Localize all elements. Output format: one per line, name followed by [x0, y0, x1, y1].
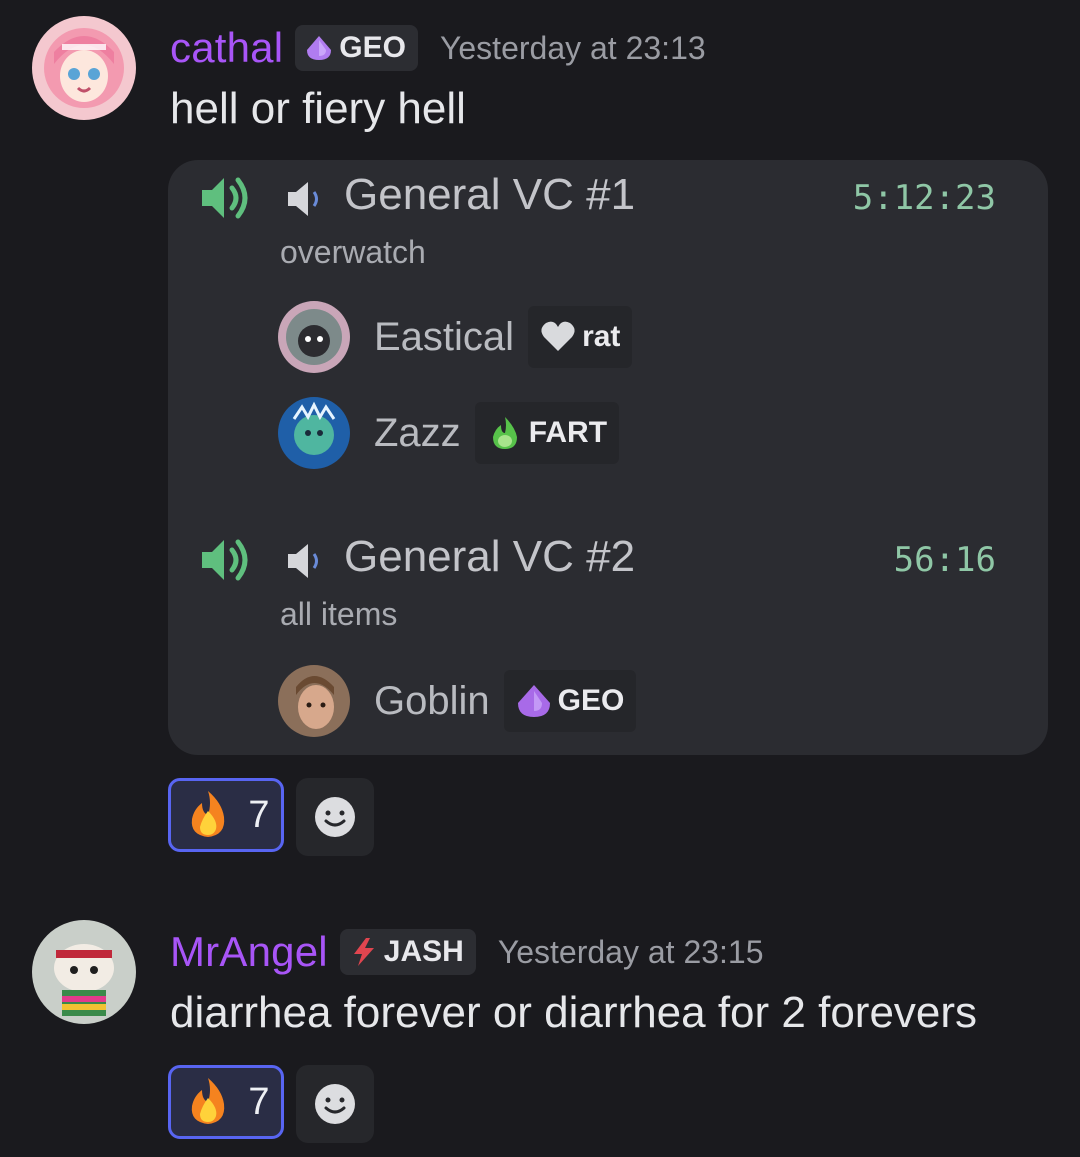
- fire-icon: [192, 1078, 225, 1124]
- avatar[interactable]: [32, 16, 136, 120]
- smiley-icon: [315, 797, 355, 837]
- fire-icon: [192, 791, 225, 837]
- member-tag: GEO: [503, 670, 637, 732]
- vc-row-2: General VC #2 56:16: [168, 526, 1048, 596]
- user-tag-label: GEO: [339, 31, 406, 64]
- speaker-icon: [202, 177, 248, 219]
- timestamp: Yesterday at 23:13: [439, 29, 706, 66]
- avatar: [278, 665, 350, 737]
- reaction-count: 7: [248, 793, 270, 836]
- vc-member[interactable]: Eastical rat: [278, 300, 633, 374]
- vc-name[interactable]: General VC #2: [344, 532, 635, 582]
- user-tag: JASH: [339, 929, 476, 975]
- smiley-icon: [315, 1084, 355, 1124]
- member-tag-label: rat: [582, 320, 621, 353]
- member-tag-label: FART: [528, 416, 608, 449]
- member-name: Zazz: [374, 410, 461, 455]
- gem-icon: [307, 36, 332, 60]
- speaker-icon: [202, 539, 248, 581]
- avatar: [278, 301, 350, 373]
- timestamp: Yesterday at 23:15: [497, 933, 764, 970]
- reaction-count: 7: [248, 1080, 270, 1123]
- plush-avatar-icon: [32, 920, 136, 1024]
- reaction-fire[interactable]: 7: [168, 778, 284, 852]
- vc-row-1: General VC #1 5:12:23: [168, 164, 1048, 234]
- vc-activity: all items: [280, 596, 398, 632]
- reactions-bar: 7: [168, 778, 374, 856]
- voice-channel-embed: General VC #1 5:12:23 overwatch Eastical…: [168, 160, 1048, 755]
- avatar[interactable]: [32, 920, 136, 1024]
- lightning-icon: [353, 938, 374, 966]
- channel-speaker-icon: [288, 544, 318, 578]
- vc-member[interactable]: Zazz FART: [278, 396, 620, 470]
- vc-activity: overwatch: [280, 234, 426, 270]
- photo-avatar-icon: [278, 665, 350, 737]
- vc-name[interactable]: General VC #1: [344, 170, 635, 220]
- username[interactable]: MrAngel: [170, 928, 328, 976]
- heart-icon: [541, 321, 575, 351]
- vc-duration: 5:12:23: [852, 178, 996, 218]
- member-tag: FART: [474, 402, 620, 464]
- add-reaction-button[interactable]: [296, 1065, 374, 1143]
- channel-speaker-icon: [288, 182, 318, 216]
- message-content: diarrhea forever or diarrhea for 2 forev…: [170, 988, 978, 1037]
- reaction-fire[interactable]: 7: [168, 1065, 284, 1139]
- vc-duration: 56:16: [893, 540, 996, 580]
- avatar: [278, 397, 350, 469]
- green-flame-icon: [492, 417, 517, 449]
- member-name: Goblin: [374, 678, 490, 723]
- vc-member[interactable]: Goblin GEO: [278, 664, 637, 738]
- character-avatar-icon: [278, 397, 350, 469]
- member-name: Eastical: [374, 314, 515, 359]
- username[interactable]: cathal: [170, 24, 283, 72]
- message-content: hell or fiery hell: [170, 84, 466, 133]
- reactions-bar: 7: [168, 1065, 374, 1143]
- gem-icon: [517, 685, 550, 717]
- cat-avatar-icon: [278, 301, 350, 373]
- user-tag-label: JASH: [383, 935, 464, 968]
- member-tag-label: GEO: [557, 684, 625, 717]
- add-reaction-button[interactable]: [296, 778, 374, 856]
- anime-avatar-icon: [32, 16, 136, 120]
- user-tag: GEO: [295, 25, 418, 71]
- member-tag: rat: [528, 306, 633, 368]
